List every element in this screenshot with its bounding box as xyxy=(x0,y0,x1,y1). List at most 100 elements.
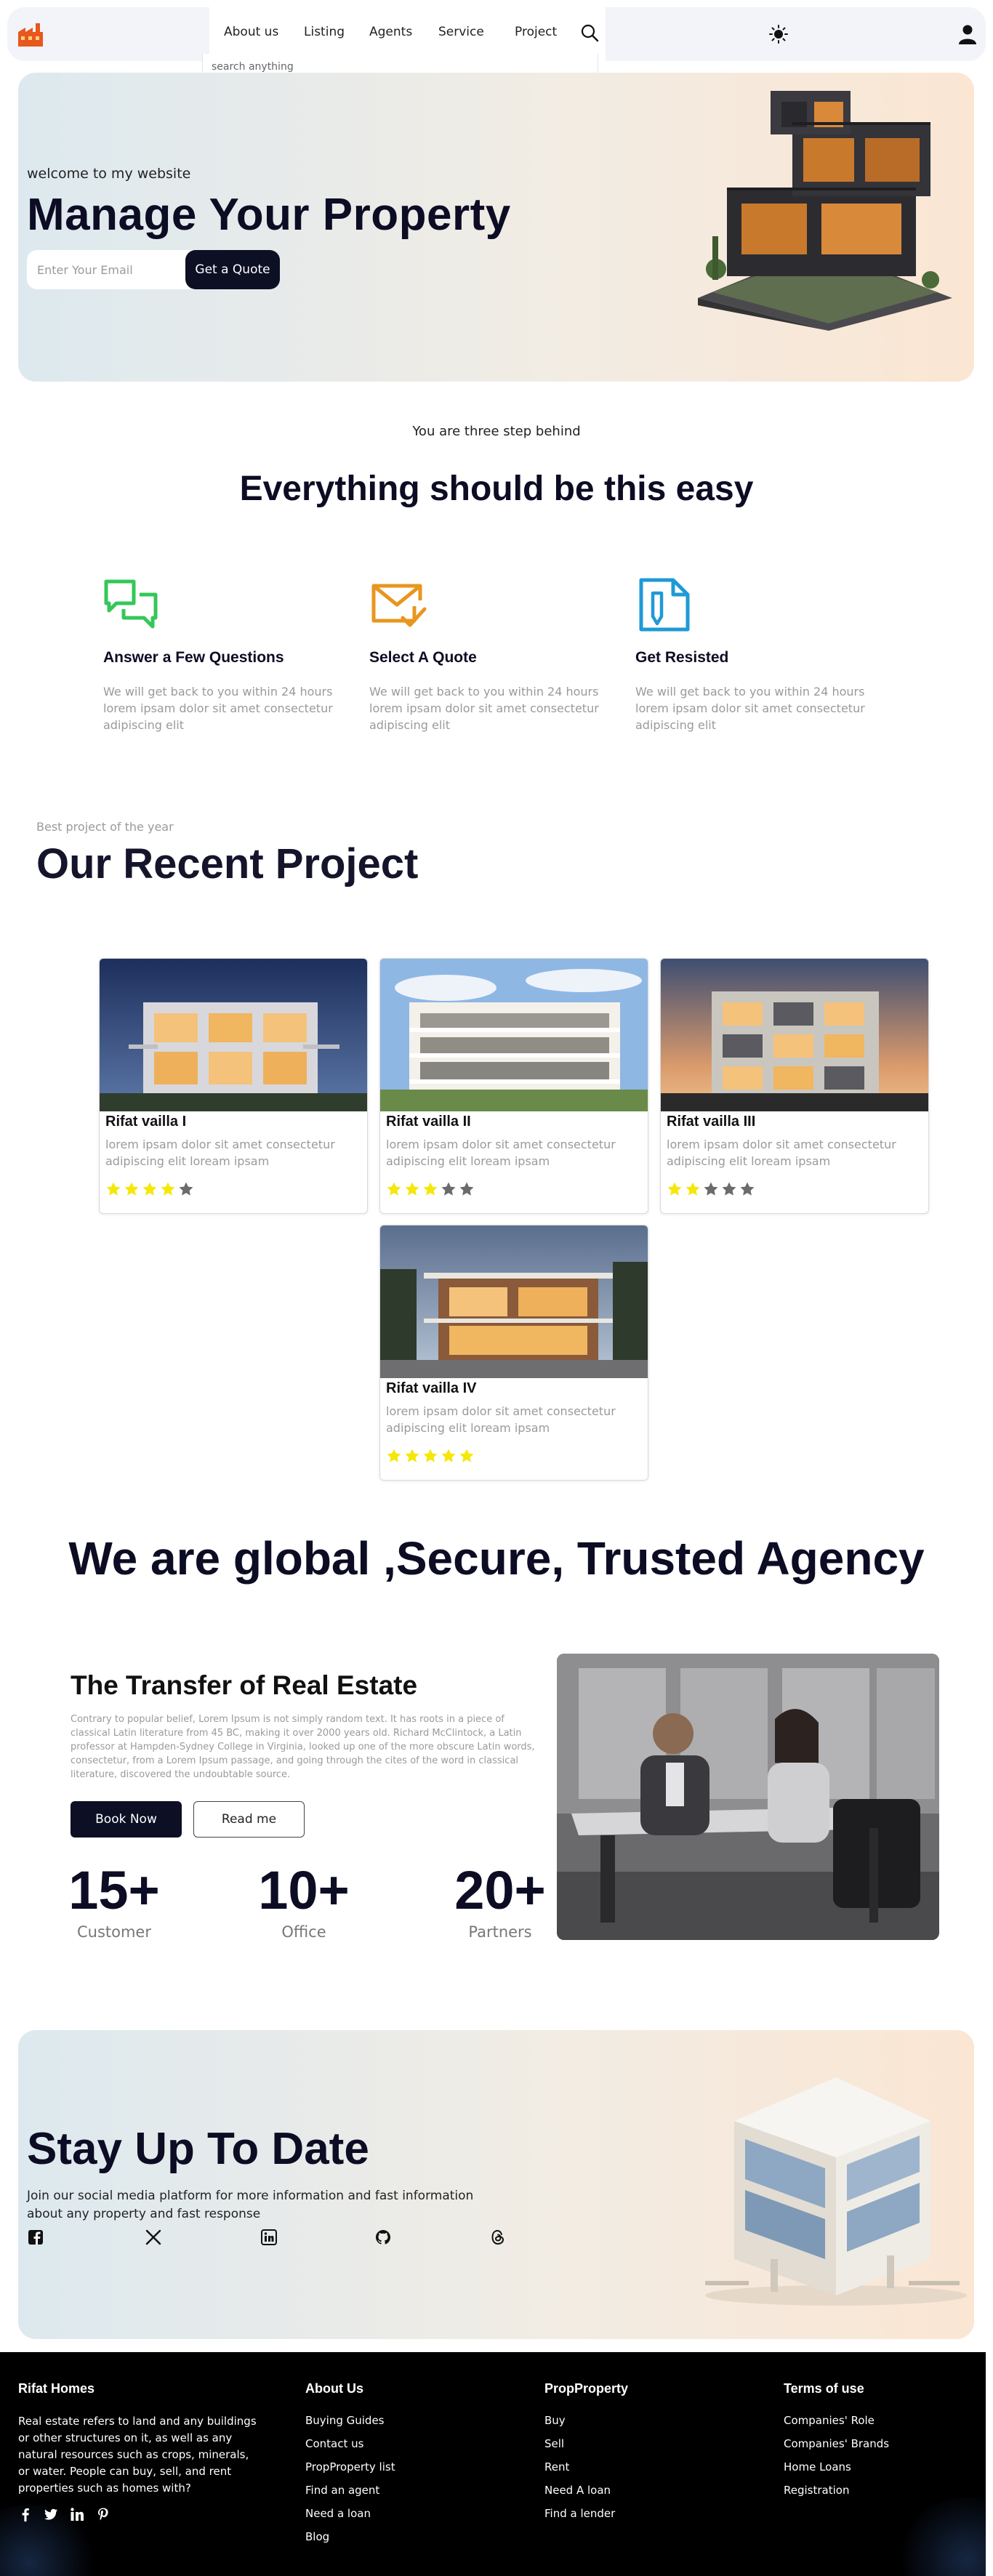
nav-link-agents[interactable]: Agents xyxy=(369,25,412,39)
star-filled-icon xyxy=(387,1182,401,1196)
nav-menu: About us Listing Agents Service Project xyxy=(209,7,606,61)
search-icon[interactable] xyxy=(580,23,599,42)
step-desc-1: We will get back to you within 24 hours … xyxy=(103,685,333,732)
office-meeting-image xyxy=(557,1654,939,1940)
stat-office-value: 10+ xyxy=(258,1860,350,1920)
star-filled-icon xyxy=(459,1449,474,1462)
read-me-button[interactable]: Read me xyxy=(193,1801,305,1838)
footer-link[interactable]: Buying Guides xyxy=(305,2413,395,2428)
github-icon[interactable] xyxy=(374,2229,392,2246)
facebook-icon[interactable] xyxy=(27,2229,44,2246)
footer-link[interactable]: PropProperty list xyxy=(305,2460,395,2474)
footer-link[interactable]: Rent xyxy=(544,2460,615,2474)
footer-link[interactable]: Sell xyxy=(544,2436,615,2451)
project-card-1[interactable]: Rifat vailla I lorem ipsam dolor sit ame… xyxy=(99,958,368,1214)
project-card-2[interactable]: Rifat vailla II lorem ipsam dolor sit am… xyxy=(379,958,648,1214)
footer-link[interactable]: Companies' Role xyxy=(784,2413,889,2428)
project-image-3 xyxy=(661,959,928,1111)
footer-link[interactable]: Find an agent xyxy=(305,2483,395,2497)
star-empty-icon xyxy=(740,1182,755,1196)
facebook-icon[interactable] xyxy=(18,2507,33,2521)
projects-subtitle: Best project of the year xyxy=(36,820,174,834)
footer-glow-decoration xyxy=(894,2497,986,2576)
linkedin-icon[interactable] xyxy=(260,2229,278,2246)
nav-link-listing[interactable]: Listing xyxy=(304,25,345,39)
project-card-4[interactable]: Rifat vailla IV lorem ipsam dolor sit am… xyxy=(379,1225,648,1481)
factory-logo-icon[interactable] xyxy=(18,23,43,47)
project-name: Rifat vailla III xyxy=(667,1114,756,1130)
book-now-button[interactable]: Book Now xyxy=(71,1801,182,1838)
steps-title: Everything should be this easy xyxy=(239,470,754,508)
step-desc-3: We will get back to you within 24 hours … xyxy=(635,685,865,732)
star-empty-icon xyxy=(459,1182,474,1196)
user-icon[interactable] xyxy=(958,24,977,44)
footer-brand-desc: Real estate refers to land and any build… xyxy=(18,2415,257,2495)
footer-link[interactable]: Contact us xyxy=(305,2436,395,2451)
project-name: Rifat vailla II xyxy=(386,1114,471,1130)
get-quote-button[interactable]: Get a Quote xyxy=(185,250,280,289)
step-title-1: Answer a Few Questions xyxy=(103,649,284,666)
footer-link[interactable]: Need A loan xyxy=(544,2483,615,2497)
nav-link-about-us[interactable]: About us xyxy=(224,25,278,39)
star-filled-icon xyxy=(667,1182,682,1196)
project-card-3[interactable]: Rifat vailla III lorem ipsam dolor sit a… xyxy=(660,958,929,1214)
footer-link[interactable]: Home Loans xyxy=(784,2460,889,2474)
footer-list-about: Buying Guides Contact us PropProperty li… xyxy=(305,2413,395,2553)
rating-stars xyxy=(667,1181,757,1197)
transfer-desc: Contrary to popular belief, Lorem Ipsum … xyxy=(71,1714,535,1780)
transfer-title: The Transfer of Real Estate xyxy=(71,1670,418,1700)
footer-col-title-propproperty: PropProperty xyxy=(544,2381,629,2396)
email-field[interactable] xyxy=(27,250,194,289)
rating-stars xyxy=(386,1181,477,1197)
footer-link[interactable]: Companies' Brands xyxy=(784,2436,889,2451)
star-filled-icon xyxy=(124,1182,139,1196)
stat-partners-label: Partners xyxy=(468,1923,532,1941)
star-filled-icon xyxy=(106,1182,121,1196)
agency-title: We are global ,Secure, Trusted Agency xyxy=(68,1532,925,1585)
linkedin-icon[interactable] xyxy=(70,2507,84,2521)
rating-stars xyxy=(105,1181,196,1197)
footer-link[interactable]: Blog xyxy=(305,2529,395,2544)
nav-link-service[interactable]: Service xyxy=(438,25,484,39)
footer-col-title-about: About Us xyxy=(305,2381,363,2396)
footer-col-title-terms: Terms of use xyxy=(784,2381,864,2396)
project-image-4 xyxy=(380,1225,648,1378)
chat-icon xyxy=(104,579,158,629)
footer-link[interactable]: Find a lender xyxy=(544,2506,615,2521)
star-filled-icon xyxy=(387,1449,401,1462)
sun-icon[interactable] xyxy=(769,25,788,44)
star-empty-icon xyxy=(179,1182,193,1196)
step-title-3: Get Resisted xyxy=(635,649,729,666)
star-empty-icon xyxy=(704,1182,718,1196)
project-desc: lorem ipsam dolor sit amet consectetur a… xyxy=(386,1404,616,1435)
threads-icon[interactable] xyxy=(489,2229,507,2246)
project-desc: lorem ipsam dolor sit amet consectetur a… xyxy=(105,1138,335,1168)
project-name: Rifat vailla IV xyxy=(386,1380,477,1396)
star-empty-icon xyxy=(441,1182,456,1196)
footer-list-terms: Companies' Role Companies' Brands Home L… xyxy=(784,2413,889,2506)
star-filled-icon xyxy=(423,1182,438,1196)
top-navbar: About us Listing Agents Service Project xyxy=(7,7,986,61)
star-filled-icon xyxy=(441,1449,456,1462)
project-desc: lorem ipsam dolor sit amet consectetur a… xyxy=(667,1138,896,1168)
mail-check-icon xyxy=(371,584,427,627)
project-name: Rifat vailla I xyxy=(105,1114,187,1130)
star-filled-icon xyxy=(161,1182,175,1196)
footer-link[interactable]: Need a loan xyxy=(305,2506,395,2521)
twitter-icon[interactable] xyxy=(44,2507,58,2521)
nav-link-project[interactable]: Project xyxy=(515,25,557,39)
project-desc: lorem ipsam dolor sit amet consectetur a… xyxy=(386,1138,616,1168)
x-icon[interactable] xyxy=(145,2229,162,2246)
project-image-2 xyxy=(380,959,648,1111)
stay-desc: Join our social media platform for more … xyxy=(27,2189,474,2221)
stay-title: Stay Up To Date xyxy=(27,2124,369,2174)
footer-link[interactable]: Buy xyxy=(544,2413,615,2428)
footer-link[interactable]: Registration xyxy=(784,2483,889,2497)
pinterest-icon[interactable] xyxy=(96,2507,110,2521)
hero-title: Manage Your Property xyxy=(27,190,511,240)
step-title-2: Select A Quote xyxy=(369,649,477,666)
project-image-1 xyxy=(100,959,367,1111)
star-empty-icon xyxy=(722,1182,736,1196)
rating-stars xyxy=(386,1448,477,1464)
newsletter-section: Stay Up To Date Join our social media pl… xyxy=(18,2030,974,2339)
